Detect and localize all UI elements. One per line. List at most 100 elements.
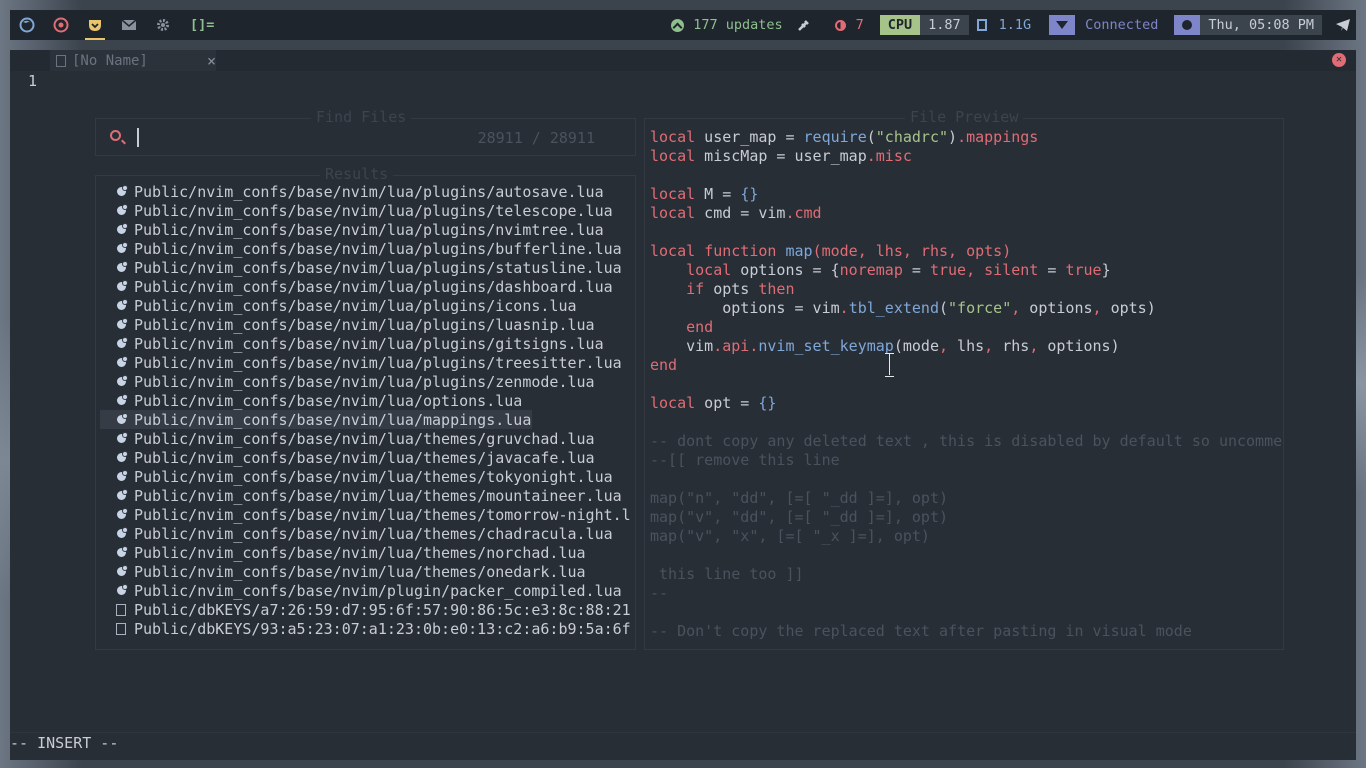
plug-icon — [797, 20, 809, 31]
chrome-icon — [53, 17, 69, 33]
preview-code-line: local M = {} — [650, 185, 759, 203]
result-item[interactable]: Public/nvim_confs/base/nvim/lua/plugins/… — [100, 277, 632, 296]
result-item[interactable]: Public/nvim_confs/base/nvim/lua/options.… — [100, 391, 632, 410]
lua-file-icon — [114, 337, 128, 348]
prompt-title: Find Files — [311, 108, 412, 126]
result-item[interactable]: Public/nvim_confs/base/nvim/lua/plugins/… — [100, 182, 632, 201]
result-path: Public/dbKEYS/93:a5:23:07:a1:23:0b:e0:13… — [134, 619, 631, 638]
result-path: Public/nvim_confs/base/nvim/lua/plugins/… — [134, 353, 622, 372]
preview-code-line: local options = {noremap = true, silent … — [686, 261, 1111, 279]
result-item[interactable]: Public/nvim_confs/base/nvim/lua/plugins/… — [100, 353, 632, 372]
clock-module[interactable]: Thu, 05:08 PM — [1174, 10, 1334, 40]
pocket-icon — [89, 20, 101, 31]
result-item[interactable]: Public/nvim_confs/base/nvim/lua/themes/c… — [100, 524, 632, 543]
layout-indicator[interactable]: []= — [190, 17, 214, 33]
mail-icon — [121, 19, 137, 30]
result-item[interactable]: Public/nvim_confs/base/nvim/lua/plugins/… — [100, 296, 632, 315]
close-all-icon[interactable]: ✕ — [1332, 53, 1346, 67]
result-item[interactable]: Public/dbKEYS/a7:26:59:d7:95:6f:57:90:86… — [100, 600, 632, 619]
tag-settings[interactable] — [146, 10, 180, 40]
statusline-divider — [10, 732, 1356, 733]
tag-chrome[interactable] — [44, 10, 78, 40]
preview-code-line: -- — [650, 584, 669, 602]
result-item[interactable]: Public/nvim_confs/base/nvim/lua/plugins/… — [100, 315, 632, 334]
result-item[interactable]: Public/nvim_confs/base/nvim/lua/themes/j… — [100, 448, 632, 467]
lua-file-icon — [114, 584, 128, 595]
bufferline: [No Name] × ✕ — [10, 50, 1356, 71]
text-file-icon — [114, 622, 128, 635]
result-item[interactable]: Public/dbKEYS/93:a5:23:07:a1:23:0b:e0:13… — [100, 619, 632, 638]
buffer-close-icon[interactable]: × — [207, 52, 216, 70]
tag-mail[interactable] — [112, 10, 146, 40]
preview-code-line: --[[ remove this line — [650, 451, 840, 469]
line-number: 1 — [28, 72, 38, 90]
result-path: Public/nvim_confs/base/nvim/plugin/packe… — [134, 581, 622, 600]
result-item[interactable]: Public/nvim_confs/base/nvim/lua/themes/t… — [100, 467, 632, 486]
result-item[interactable]: Public/nvim_confs/base/nvim/lua/themes/t… — [100, 505, 632, 524]
tag-terminal[interactable] — [78, 10, 112, 40]
lua-file-icon — [114, 508, 128, 519]
result-path: Public/nvim_confs/base/nvim/lua/plugins/… — [134, 182, 604, 201]
firefox-icon — [19, 17, 35, 33]
top-bar: []= 177 updates 7 CPU 1.87 1.1G Connecte… — [10, 10, 1356, 40]
workspace-tags: []= — [10, 10, 214, 40]
result-item[interactable]: Public/nvim_confs/base/nvim/lua/mappings… — [100, 410, 532, 429]
network-status: Connected — [1085, 17, 1159, 33]
telescope-preview[interactable]: local user_map = require("chadrc").mappi… — [644, 118, 1284, 650]
result-path: Public/nvim_confs/base/nvim/lua/themes/n… — [134, 543, 586, 562]
text-cursor — [137, 128, 139, 147]
result-item[interactable]: Public/nvim_confs/base/nvim/lua/plugins/… — [100, 258, 632, 277]
updates-text: 177 updates — [693, 17, 783, 33]
result-path: Public/nvim_confs/base/nvim/lua/plugins/… — [134, 239, 622, 258]
result-path: Public/nvim_confs/base/nvim/lua/plugins/… — [134, 372, 595, 391]
telegram-tray[interactable] — [1334, 17, 1352, 33]
result-item[interactable]: Public/nvim_confs/base/nvim/lua/themes/g… — [100, 429, 632, 448]
preview-code-line: map("v", "dd", [=[ "_dd ]=], opt) — [650, 508, 949, 526]
preview-code-line: map("v", "x", [=[ "_x ]=], opt) — [650, 527, 930, 545]
power-module[interactable] — [797, 10, 811, 40]
result-item[interactable]: Public/nvim_confs/base/nvim/lua/plugins/… — [100, 372, 632, 391]
tag-firefox[interactable] — [10, 10, 44, 40]
result-item[interactable]: Public/nvim_confs/base/nvim/lua/plugins/… — [100, 334, 632, 353]
lua-file-icon — [114, 204, 128, 215]
file-icon — [56, 54, 66, 67]
cpu-module[interactable]: CPU 1.87 — [879, 10, 977, 40]
result-path: Public/nvim_confs/base/nvim/lua/plugins/… — [134, 315, 595, 334]
buffer-tab[interactable]: [No Name] × — [50, 50, 216, 71]
clock-text: Thu, 05:08 PM — [1200, 15, 1322, 35]
brightness-module[interactable]: 7 — [834, 10, 864, 40]
lua-file-icon — [114, 280, 128, 291]
status-modules: 177 updates 7 CPU 1.87 1.1G Connected Th… — [671, 10, 1356, 40]
result-path: Public/nvim_confs/base/nvim/lua/themes/t… — [134, 467, 613, 486]
result-item[interactable]: Public/nvim_confs/base/nvim/lua/themes/n… — [100, 543, 632, 562]
search-icon — [110, 130, 121, 141]
telescope-results[interactable]: Public/nvim_confs/base/nvim/lua/plugins/… — [95, 175, 636, 650]
preview-code-line: local user_map = require("chadrc").mappi… — [650, 128, 1039, 146]
preview-code-line: map("n", "dd", [=[ "_dd ]=], opt) — [650, 489, 949, 507]
result-path: Public/nvim_confs/base/nvim/lua/themes/o… — [134, 562, 586, 581]
result-path: Public/dbKEYS/a7:26:59:d7:95:6f:57:90:86… — [134, 600, 631, 619]
neovim-window[interactable]: [No Name] × ✕ 1 28911 / 28911 Find Files… — [10, 50, 1356, 760]
preview-code-line: -- dont copy any deleted text , this is … — [650, 432, 1283, 450]
updates-module[interactable]: 177 updates — [671, 10, 783, 40]
result-path: Public/nvim_confs/base/nvim/lua/options.… — [134, 391, 523, 410]
result-item[interactable]: Public/nvim_confs/base/nvim/lua/plugins/… — [100, 201, 632, 220]
result-path: Public/nvim_confs/base/nvim/lua/plugins/… — [134, 296, 577, 315]
result-path: Public/nvim_confs/base/nvim/lua/themes/c… — [134, 524, 613, 543]
result-item[interactable]: Public/nvim_confs/base/nvim/plugin/packe… — [100, 581, 632, 600]
memory-value: 1.1G — [998, 17, 1032, 33]
result-item[interactable]: Public/nvim_confs/base/nvim/lua/plugins/… — [100, 220, 632, 239]
memory-module[interactable]: 1.1G — [976, 10, 1032, 40]
text-file-icon — [114, 603, 128, 616]
network-module[interactable]: Connected — [1049, 10, 1174, 40]
result-path: Public/nvim_confs/base/nvim/lua/plugins/… — [134, 277, 613, 296]
arrow-up-circle-icon — [671, 18, 685, 32]
contrast-icon — [834, 19, 846, 31]
lua-file-icon — [114, 432, 128, 443]
result-item[interactable]: Public/nvim_confs/base/nvim/lua/themes/m… — [100, 486, 632, 505]
preview-code-line: local function map(mode, lhs, rhs, opts) — [650, 242, 1012, 260]
result-item[interactable]: Public/nvim_confs/base/nvim/lua/plugins/… — [100, 239, 632, 258]
result-item[interactable]: Public/nvim_confs/base/nvim/lua/themes/o… — [100, 562, 632, 581]
preview-code-line: local cmd = vim.cmd — [650, 204, 822, 222]
gear-icon — [157, 19, 169, 31]
